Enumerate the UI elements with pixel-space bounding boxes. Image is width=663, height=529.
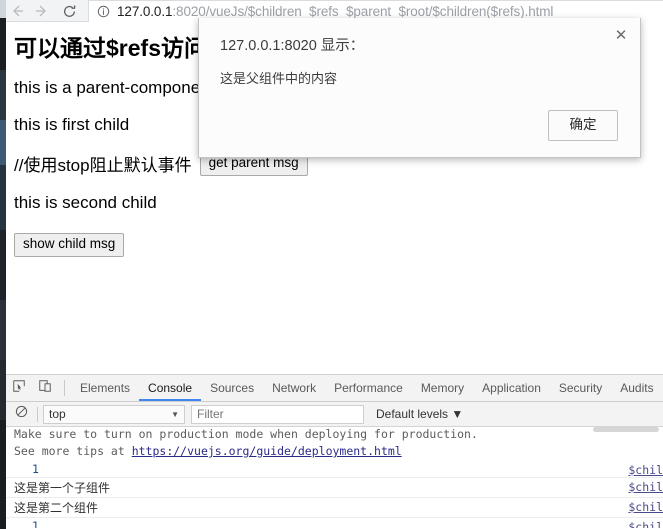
console-row-text: 这是第一个子组件 [14,481,111,495]
second-child-text: this is second child [14,193,157,213]
execution-context-select[interactable]: top ▼ [43,404,185,424]
console-filter-input[interactable] [191,404,364,424]
url-path: :8020/vueJs/$children_$refs_$parent_$roo… [172,4,554,19]
console-row-first-child: 这是第一个子组件 $chil [6,478,663,498]
tab-performance[interactable]: Performance [325,375,412,401]
reload-button[interactable] [58,1,80,21]
console-row-number-1: 1 $chil [6,461,663,478]
second-child-row: show child msg [14,232,655,257]
javascript-alert-dialog: ✕ 127.0.0.1:8020 显示： 这是父组件中的内容 确定 [198,18,641,158]
console-source-link[interactable]: $chil [628,463,663,477]
console-message-warning-link-line: See more tips at https://vuejs.org/guide… [6,444,663,461]
tab-application[interactable]: Application [473,375,550,401]
console-output[interactable]: Make sure to turn on production mode whe… [6,427,663,528]
dialog-message: 这是父组件中的内容 [220,71,338,86]
forward-arrow-icon [34,3,50,19]
tab-network[interactable]: Network [263,375,325,401]
clear-console-icon [15,405,28,423]
console-row-second-child: 这是第二个组件 $chil [6,498,663,518]
forward-button[interactable] [31,1,53,21]
stop-comment-text: //使用stop阻止默认事件 [14,156,192,176]
inspect-element-icon [12,379,26,398]
filterbar-divider [37,406,38,422]
dialog-title: 127.0.0.1:8020 显示： [220,38,365,54]
url-text: 127.0.0.1:8020/vueJs/$children_$refs_$pa… [117,4,553,19]
tab-security[interactable]: Security [550,375,611,401]
screen-root: 127.0.0.1:8020/vueJs/$children_$refs_$pa… [0,0,663,529]
console-row-text: 这是第二个组件 [14,501,99,515]
tab-audits[interactable]: Audits [611,375,662,401]
url-host: 127.0.0.1 [117,4,173,19]
clear-console-button[interactable] [10,403,32,425]
reload-icon [62,4,77,19]
console-row-text: 1 [32,462,39,476]
console-message-warning-line: Make sure to turn on production mode whe… [14,427,478,441]
inspect-element-button[interactable] [6,375,32,401]
console-source-link[interactable]: $chil [628,520,663,528]
show-child-msg-button[interactable]: show child msg [14,232,125,257]
device-toolbar-button[interactable] [32,375,58,401]
tab-elements[interactable]: Elements [71,375,139,401]
console-source-link[interactable]: $chil [628,500,663,514]
dialog-ok-button[interactable]: 确定 [548,110,618,141]
back-button[interactable] [6,1,28,21]
console-row-number-2: 1 $chil [6,518,663,528]
log-levels-dropdown[interactable]: Default levels ▼ [376,407,463,421]
console-row-text: 1 [32,519,39,528]
toolbar-divider [64,380,65,396]
vue-deployment-link[interactable]: https://vuejs.org/guide/deployment.html [132,444,402,458]
console-source-link[interactable]: $chil [628,480,663,494]
tab-memory[interactable]: Memory [412,375,473,401]
console-filter-bar: top ▼ Default levels ▼ [6,402,663,427]
info-circle-icon[interactable] [97,5,110,18]
device-toolbar-icon [38,379,52,398]
execution-context-value: top [49,407,66,421]
chevron-down-icon: ▼ [171,409,179,419]
back-arrow-icon [9,3,25,19]
devtools-panel: Elements Console Sources Network Perform… [6,374,663,529]
tab-console[interactable]: Console [139,375,202,401]
close-icon[interactable]: ✕ [610,24,632,46]
devtools-tabbar: Elements Console Sources Network Perform… [6,375,663,402]
tab-sources[interactable]: Sources [201,375,263,401]
close-glyph: ✕ [614,26,628,44]
desktop-background-strip [0,0,6,529]
warning-link-prefix: See more tips at [14,444,132,458]
